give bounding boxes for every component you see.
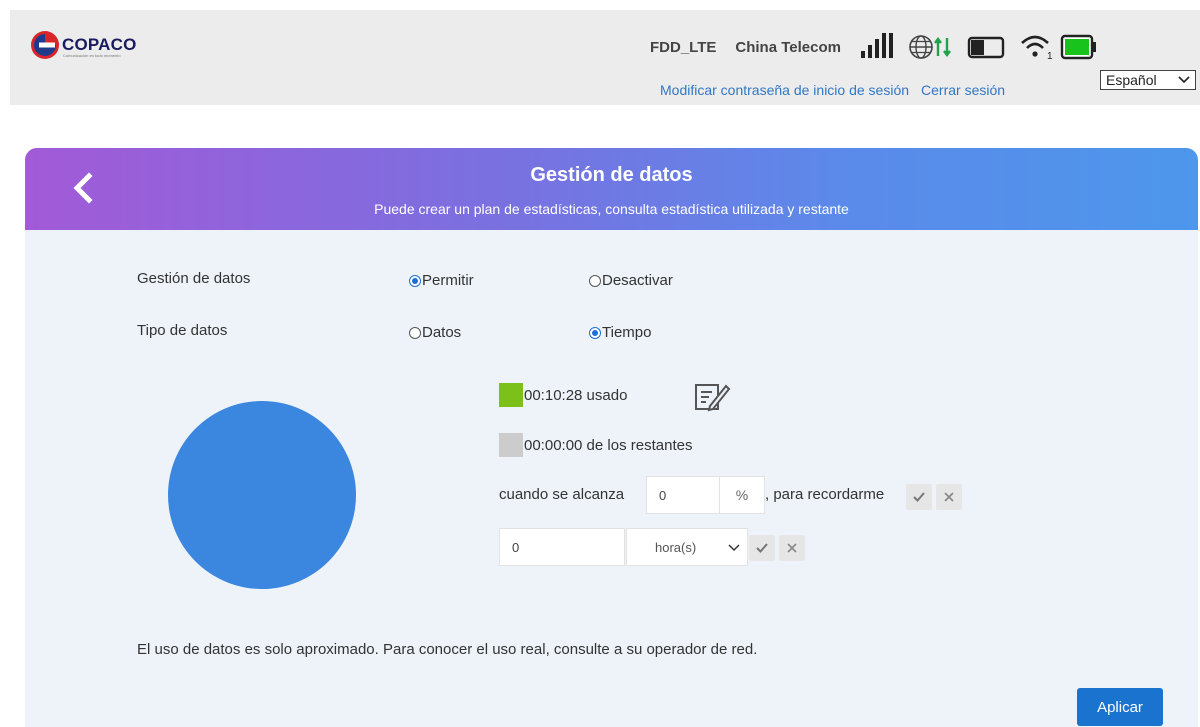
- radio-dot-tiempo: [589, 326, 601, 339]
- reminder-percent-input[interactable]: 0: [646, 476, 720, 514]
- change-password-link[interactable]: Modificar contraseña de inicio de sesión: [660, 82, 909, 98]
- reminder-suffix: , para recordarme: [765, 486, 885, 503]
- wifi-icon: 1: [1021, 35, 1053, 61]
- radio-tiempo[interactable]: Tiempo: [589, 324, 651, 341]
- logout-link[interactable]: Cerrar sesión: [921, 82, 1005, 98]
- logo-icon: [31, 31, 59, 59]
- copaco-logo: COPACO Comunicación en todo momento: [30, 30, 137, 60]
- limit-confirm-button[interactable]: [749, 535, 775, 561]
- logo-text: COPACO: [62, 35, 137, 54]
- chevron-down-icon: [728, 544, 740, 552]
- radio-datos[interactable]: Datos: [409, 324, 461, 341]
- radio-desactivar-label: Desactivar: [602, 272, 673, 289]
- limit-unit-value: hora(s): [655, 539, 697, 555]
- globe-icon: [909, 35, 933, 59]
- remaining-value: 00:00:00 de los restantes: [524, 436, 693, 454]
- panel-title: Gestión de datos: [530, 164, 693, 186]
- header-links: Modificar contraseña de inicio de sesión…: [660, 82, 1005, 98]
- radio-dot-permitir: [409, 274, 421, 287]
- panel-subtitle: Puede crear un plan de estadísticas, con…: [374, 201, 849, 217]
- radio-datos-label: Datos: [422, 324, 462, 341]
- radio-dot-datos: [409, 326, 421, 339]
- usage-pie-chart: [168, 401, 356, 589]
- network-type: FDD_LTE: [650, 38, 717, 56]
- radio-dot-desactivar: [589, 274, 601, 287]
- usage-disclaimer: El uso de datos es solo aproximado. Para…: [137, 641, 758, 658]
- reminder-confirm-button[interactable]: [906, 484, 932, 510]
- top-header: COPACO Comunicación en todo momento FDD_…: [10, 10, 1200, 105]
- logo-subtext: Comunicación en todo momento: [63, 53, 121, 58]
- remaining-swatch: [499, 433, 523, 457]
- radio-desactivar[interactable]: Desactivar: [589, 272, 673, 289]
- data-management-panel: Gestión de datos Puede crear un plan de …: [25, 148, 1198, 727]
- radio-permitir-label: Permitir: [422, 272, 474, 289]
- language-select[interactable]: Español: [1100, 70, 1196, 90]
- limit-value-input[interactable]: 0: [499, 528, 625, 566]
- carrier-name: China Telecom: [735, 38, 841, 56]
- battery-icon: [1060, 34, 1096, 60]
- sim-card-icon: [967, 36, 1005, 59]
- data-management-label: Gestión de datos: [137, 270, 251, 287]
- used-legend: 00:10:28 usado: [499, 383, 627, 407]
- check-icon: [756, 543, 768, 553]
- used-value: 00:10:28 usado: [524, 386, 628, 404]
- percent-unit: %: [719, 476, 765, 514]
- limit-unit-select[interactable]: hora(s): [626, 528, 748, 566]
- apply-button[interactable]: Aplicar: [1077, 688, 1163, 726]
- data-type-label: Tipo de datos: [137, 322, 228, 339]
- signal-strength-icon: [860, 33, 893, 58]
- close-icon: [787, 543, 797, 553]
- check-icon: [913, 492, 925, 502]
- limit-cancel-button[interactable]: [779, 535, 805, 561]
- radio-permitir[interactable]: Permitir: [409, 272, 474, 289]
- edit-icon[interactable]: [693, 381, 731, 413]
- language-value: Español: [1106, 72, 1157, 88]
- reminder-cancel-button[interactable]: [936, 484, 962, 510]
- chevron-down-icon: [1178, 76, 1190, 84]
- data-transfer-icon: [934, 37, 951, 57]
- status-bar: FDD_LTE China Telecom 1: [650, 33, 1098, 61]
- reminder-prefix: cuando se alcanza: [499, 486, 625, 503]
- radio-tiempo-label: Tiempo: [602, 324, 652, 341]
- panel-header: Gestión de datos Puede crear un plan de …: [25, 148, 1198, 230]
- close-icon: [944, 492, 954, 502]
- svg-text:1: 1: [1047, 51, 1053, 61]
- used-swatch: [499, 383, 523, 407]
- remaining-legend: 00:00:00 de los restantes: [499, 433, 692, 457]
